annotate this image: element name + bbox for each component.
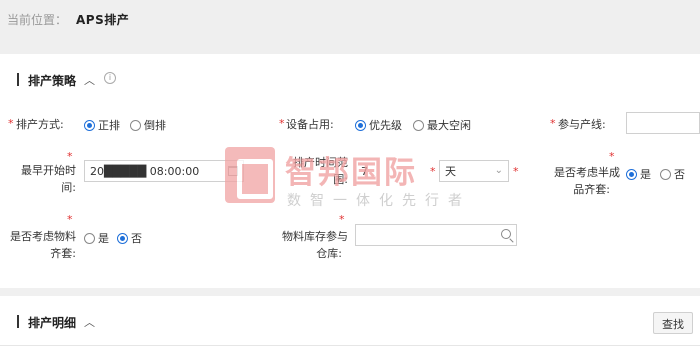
required-mark: * bbox=[550, 117, 556, 130]
search-icon[interactable] bbox=[501, 229, 511, 239]
radio-label: 最大空闲 bbox=[427, 119, 471, 132]
equipment-priority-radio[interactable]: 优先级 bbox=[355, 117, 402, 133]
required-mark: * bbox=[430, 165, 436, 178]
section-marker bbox=[17, 73, 19, 86]
radio-checked-icon bbox=[626, 168, 637, 180]
watermark-slogan: 数智一体化先行者 bbox=[287, 193, 471, 209]
radio-label: 是 bbox=[640, 168, 651, 181]
breadcrumb-current: APS排产 bbox=[76, 13, 130, 27]
required-mark: * bbox=[339, 213, 345, 226]
radio-label: 优先级 bbox=[369, 119, 402, 132]
semi-yes-radio[interactable]: 是 bbox=[626, 166, 651, 182]
info-icon[interactable]: i bbox=[104, 72, 116, 84]
divider bbox=[0, 345, 700, 346]
line-input[interactable] bbox=[626, 112, 700, 134]
radio-label: 是 bbox=[98, 232, 109, 245]
required-mark: * bbox=[67, 150, 73, 163]
required-mark: * bbox=[8, 117, 14, 130]
watermark-logo bbox=[225, 147, 275, 203]
equipment-label: 设备占用: bbox=[286, 118, 334, 131]
warehouse-label-2: 仓库: bbox=[316, 247, 342, 260]
equipment-idle-radio[interactable]: 最大空闲 bbox=[413, 117, 471, 133]
breadcrumb-bar: 当前位置： APS排产 bbox=[0, 0, 700, 54]
method-forward-radio[interactable]: 正排 bbox=[84, 117, 120, 133]
strategy-section-header: 排产策略 ︿ i bbox=[0, 60, 700, 100]
radio-label: 否 bbox=[131, 232, 142, 245]
line-label: 参与产线: bbox=[558, 118, 606, 131]
start-time-input[interactable]: 20█████ 08:00:00 bbox=[84, 160, 244, 182]
search-button[interactable]: 查找 bbox=[653, 312, 693, 334]
start-time-label-1: 最早开始时 bbox=[21, 164, 76, 177]
radio-label: 倒排 bbox=[144, 119, 166, 132]
strategy-section-title: 排产策略 bbox=[28, 74, 77, 88]
breadcrumb-label: 当前位置： bbox=[7, 13, 68, 27]
chevron-down-icon: ⌄ bbox=[494, 165, 503, 176]
method-label: 排产方式: bbox=[16, 118, 64, 131]
method-backward-radio[interactable]: 倒排 bbox=[130, 117, 166, 133]
radio-checked-icon bbox=[84, 119, 95, 131]
detail-section-title: 排产明细 bbox=[28, 316, 77, 330]
radio-label: 否 bbox=[674, 168, 685, 181]
start-time-label-2: 间: bbox=[61, 181, 76, 194]
semi-label-1: 是否考虑半成 bbox=[554, 166, 620, 179]
material-label-1: 是否考虑物料 bbox=[10, 230, 76, 243]
start-time-value: 20█████ 08:00:00 bbox=[90, 165, 200, 178]
required-mark: * bbox=[609, 150, 615, 163]
radio-label: 正排 bbox=[98, 119, 120, 132]
range-unit-select[interactable]: 天 ⌄ bbox=[439, 160, 509, 182]
required-mark: * bbox=[513, 165, 519, 178]
semi-no-radio[interactable]: 否 bbox=[660, 166, 685, 182]
radio-icon bbox=[660, 168, 671, 180]
radio-icon bbox=[84, 232, 95, 244]
warehouse-label-1: 物料库存参与 bbox=[282, 230, 348, 243]
material-no-radio[interactable]: 否 bbox=[117, 230, 142, 246]
material-label-2: 齐套: bbox=[50, 247, 76, 260]
radio-checked-icon bbox=[355, 119, 366, 131]
watermark-name: 智邦国际 bbox=[285, 155, 417, 191]
warehouse-input[interactable] bbox=[355, 224, 517, 246]
chevron-up-icon[interactable]: ︿ bbox=[84, 314, 95, 330]
detail-section-header: 排产明细 ︿ bbox=[0, 302, 700, 342]
semi-label-2: 品齐套: bbox=[573, 183, 610, 196]
radio-icon bbox=[130, 119, 141, 131]
section-divider bbox=[0, 288, 700, 296]
material-yes-radio[interactable]: 是 bbox=[84, 230, 109, 246]
required-mark: * bbox=[279, 117, 285, 130]
required-mark: * bbox=[67, 213, 73, 226]
section-marker bbox=[17, 315, 19, 328]
chevron-up-icon[interactable]: ︿ bbox=[84, 72, 95, 88]
range-unit-value: 天 bbox=[445, 165, 456, 178]
radio-icon bbox=[413, 119, 424, 131]
radio-checked-icon bbox=[117, 232, 128, 244]
